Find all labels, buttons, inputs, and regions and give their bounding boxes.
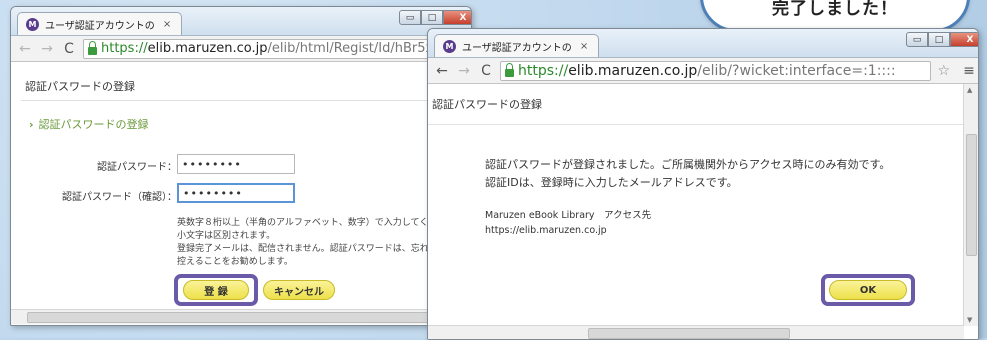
back-arrow-icon[interactable]: ← [17,41,33,57]
left-maximize-button[interactable]: □ [421,10,443,25]
right-titlebar: M ユーザ認証アカウントの × ▭ □ X [428,29,978,58]
password-field[interactable]: •••••••• [177,154,295,174]
library-url[interactable]: https://elib.maruzen.co.jp [485,223,785,238]
left-titlebar: M ユーザ認証アカウントの × ▭ □ X [11,7,471,36]
section-link[interactable]: › 認証パスワードの登録 [29,116,149,132]
left-address-bar[interactable]: https://elib.maruzen.co.jp/elib/html/Reg… [83,38,471,59]
chevron-right-icon: › [29,117,34,131]
left-browser-window: M ユーザ認証アカウントの × ▭ □ X ← → C https://elib… [10,6,472,326]
menu-icon[interactable]: ≡ [960,63,978,79]
right-page-content: 認証パスワードの登録 認証パスワードが登録されました。ご所属機関外からアクセス時… [428,84,978,339]
right-vertical-scrollbar[interactable]: ▲ ▼ [963,84,978,326]
right-window-controls: ▭ □ X [906,32,978,47]
lock-icon [88,40,97,55]
password-label: 認証パスワード： [97,162,177,173]
library-name: Maruzen eBook Library アクセス先 [485,210,652,221]
right-vscroll-thumb[interactable] [966,134,977,256]
left-close-button[interactable]: X [443,10,471,25]
left-horizontal-scrollbar[interactable] [11,309,471,324]
section-link-label: 認証パスワードの登録 [38,118,149,131]
confirm-password-field[interactable]: •••••••• [177,183,295,203]
left-window-controls: ▭ □ X [399,10,471,25]
left-page-content: 認証パスワードの登録 › 認証パスワードの登録 認証パスワード： •••••••… [11,62,471,324]
right-panel-title: 認証パスワードの登録 [428,84,964,125]
maruzen-logo-icon: M [26,17,39,31]
left-toolbar: ← → C https://elib.maruzen.co.jp/elib/ht… [11,36,471,62]
url-host: elib.maruzen.co.jp [147,41,268,56]
right-browser-window: M ユーザ認証アカウントの × ▭ □ X ← → C https://elib… [427,28,979,340]
scroll-down-icon[interactable]: ▼ [967,316,972,324]
forward-arrow-icon[interactable]: → [456,63,472,79]
right-tab-title: ユーザ認証アカウントの [462,42,572,54]
left-scroll-thumb[interactable] [27,312,429,323]
left-tab-close-icon[interactable]: × [163,19,171,30]
callout-text: 完了しました！ [772,0,898,19]
cancel-button[interactable]: キャンセル [263,280,335,300]
maruzen-logo-icon: M [443,39,456,53]
right-tab[interactable]: M ユーザ認証アカウントの × [434,34,600,57]
back-arrow-icon[interactable]: ← [434,63,450,79]
url-scheme: https:// [518,62,569,79]
reload-icon[interactable]: C [478,63,494,79]
url-host: elib.maruzen.co.jp [568,62,698,79]
right-tab-close-icon[interactable]: × [580,41,588,52]
left-panel-title: 認証パスワードの登録 [21,72,471,101]
success-message-line-2: 認証IDは、登録時に入力したメールアドレスです。 [485,176,738,189]
success-message-line-1: 認証パスワードが登録されました。ご所属機関外からアクセス時にのみ有効です。 [485,158,891,171]
scroll-up-icon[interactable]: ▲ [967,86,972,94]
url-path: /elib/?wicket:interface=:1:::: [697,62,896,79]
right-minimize-button[interactable]: ▭ [906,32,928,47]
right-hscroll-thumb[interactable] [588,328,790,339]
forward-arrow-icon[interactable]: → [39,41,55,57]
right-maximize-button[interactable]: □ [928,32,950,47]
left-tab-title: ユーザ認証アカウントの [45,20,155,32]
right-address-bar[interactable]: https://elib.maruzen.co.jp/elib/?wicket:… [500,60,932,81]
lock-icon [505,62,514,77]
url-path: /elib/html/Regist/Id/hBr5xh [267,41,442,56]
left-minimize-button[interactable]: ▭ [399,10,421,25]
right-toolbar: ← → C https://elib.maruzen.co.jp/elib/?w… [428,58,978,84]
url-scheme: https:// [101,41,148,56]
ok-button[interactable]: OK [829,280,907,300]
confirm-password-label: 認証パスワード（確認）： [62,192,177,203]
star-icon[interactable]: ☆ [937,63,950,79]
register-button[interactable]: 登 録 [183,280,249,300]
left-tab[interactable]: M ユーザ認証アカウントの × [17,12,183,35]
reload-icon[interactable]: C [61,41,77,57]
right-close-button[interactable]: X [950,32,978,47]
